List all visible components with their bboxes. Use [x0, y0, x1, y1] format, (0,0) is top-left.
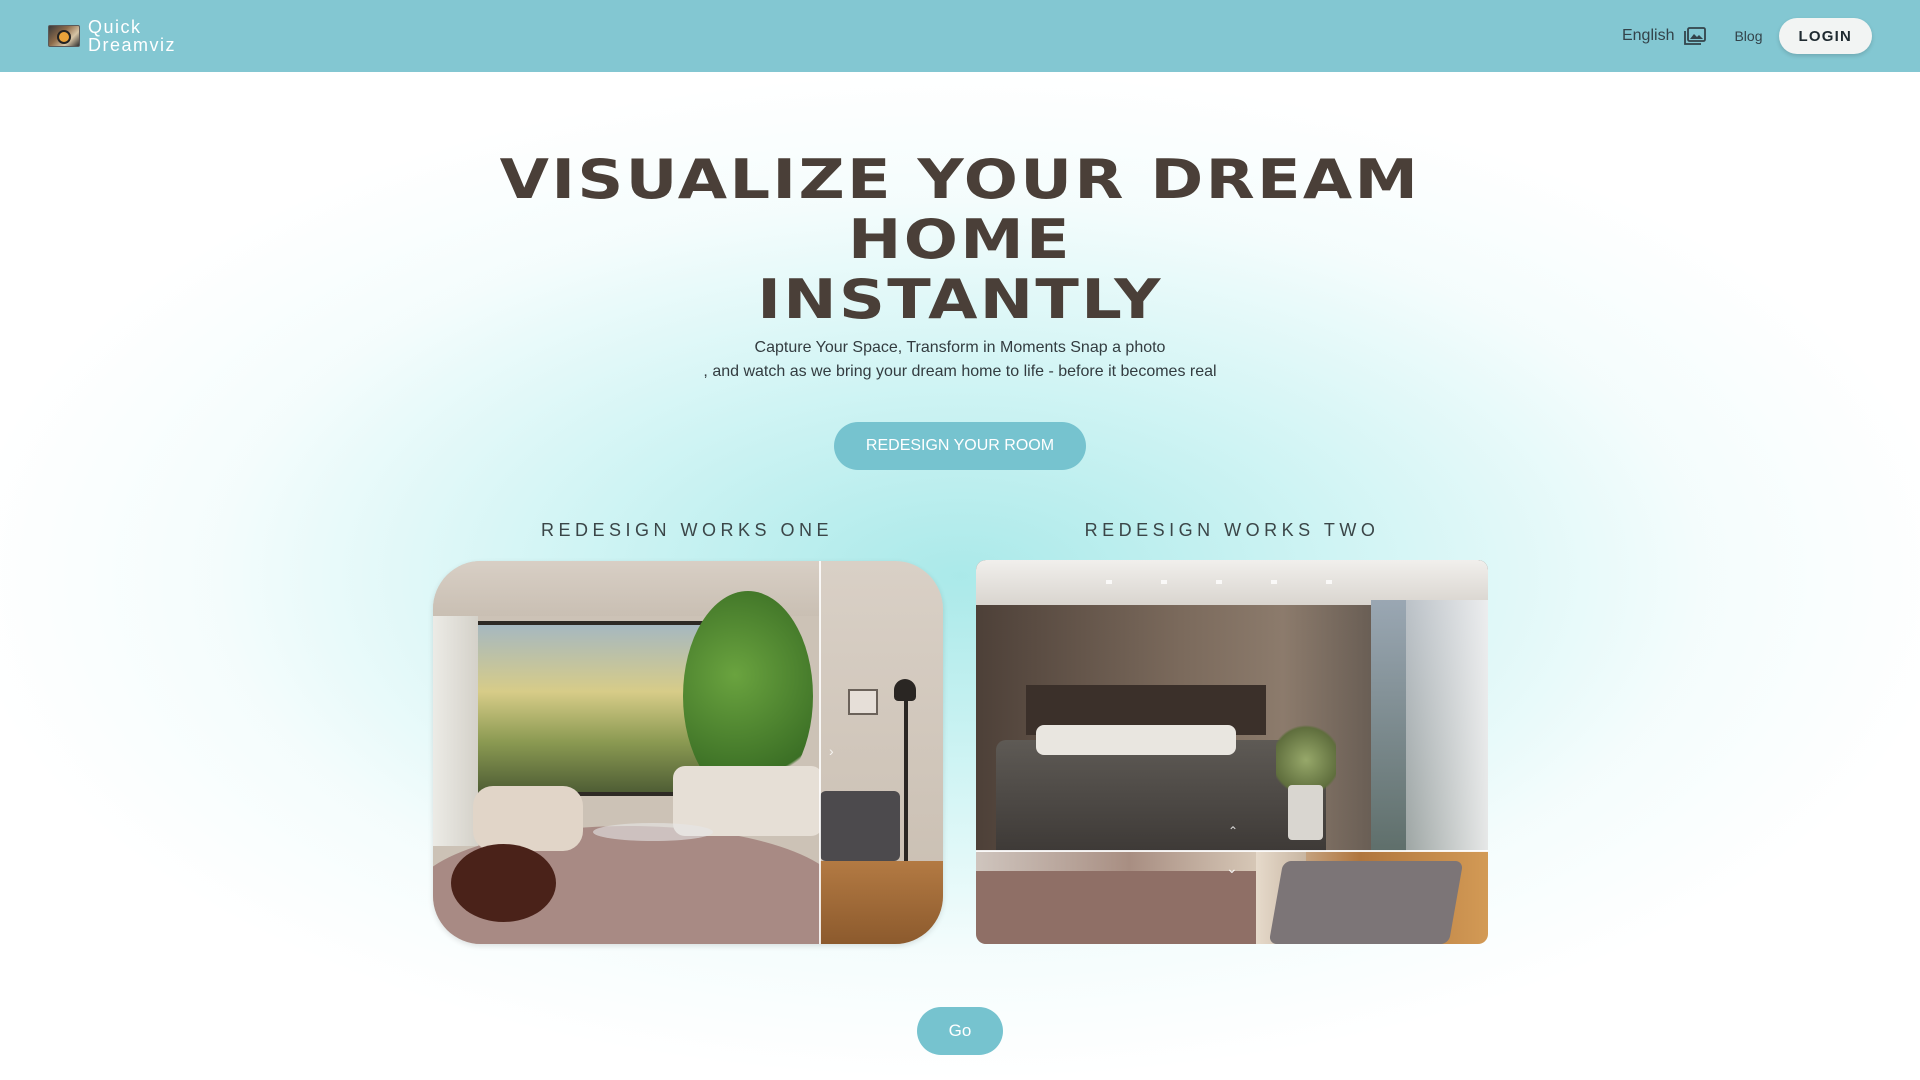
slider-divider[interactable]: [819, 561, 821, 944]
top-navigation-bar: Quick Dreamviz English Blog LOGIN: [0, 0, 1920, 72]
before-after-slider-two[interactable]: ⌃ ⌄: [976, 560, 1488, 944]
chevron-right-icon[interactable]: ›: [829, 743, 834, 759]
blog-link[interactable]: Blog: [1734, 28, 1762, 44]
work-one-title: REDESIGN WORKS ONE: [540, 520, 834, 540]
bedroom-redesign-image: [976, 560, 1488, 851]
slider-divider[interactable]: [976, 850, 1488, 852]
hero-section: VISUALIZE YOUR DREAM HOME INSTANTLY Capt…: [0, 150, 1920, 470]
redesign-works-section: REDESIGN WORKS ONE REDESIGN WORKS TWO ›: [0, 520, 1920, 950]
logo-image: [48, 25, 80, 47]
hero-title-line: HOME: [848, 208, 1072, 271]
hero-title-line: INSTANTLY: [757, 268, 1163, 331]
chevron-up-icon[interactable]: ⌃: [1228, 824, 1238, 838]
hero-subtitle-line: , and watch as we bring your dream home …: [703, 363, 1217, 380]
redesign-room-button[interactable]: REDESIGN YOUR ROOM: [833, 422, 1087, 470]
language-label: English: [1621, 27, 1675, 44]
chevron-down-icon[interactable]: ⌄: [1226, 860, 1238, 877]
work-two-title: REDESIGN WORKS TWO: [1084, 520, 1380, 540]
brand-logo-link[interactable]: Quick Dreamviz: [48, 18, 198, 54]
brand-name-line1: Quick: [88, 17, 142, 37]
hero-subtitle: Capture Your Space, Transform in Moments…: [0, 336, 1920, 384]
language-selector[interactable]: English: [1621, 27, 1707, 45]
brand-name-line2: Dreamviz: [88, 35, 177, 55]
hero-title-line: VISUALIZE YOUR DREAM: [499, 148, 1421, 211]
nav-right: English Blog LOGIN: [1622, 18, 1872, 54]
living-room-original-image: [820, 561, 943, 944]
login-button[interactable]: LOGIN: [1778, 18, 1872, 54]
image-stack-icon: [1684, 27, 1707, 45]
before-after-slider-one[interactable]: ›: [433, 561, 943, 944]
living-room-redesign-image: [433, 561, 820, 944]
hero-subtitle-line: Capture Your Space, Transform in Moments…: [754, 339, 1166, 356]
brand-name: Quick Dreamviz: [88, 18, 198, 54]
hero-title: VISUALIZE YOUR DREAM HOME INSTANTLY: [0, 150, 1920, 330]
go-button[interactable]: Go: [917, 1007, 1003, 1055]
